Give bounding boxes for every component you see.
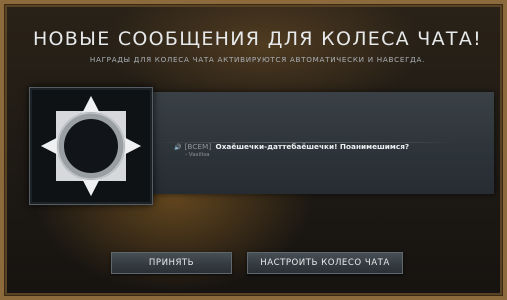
dialog-subtitle: НАГРАДЫ ДЛЯ КОЛЕСА ЧАТА АКТИВИРУЮТСЯ АВТ… xyxy=(89,55,426,64)
chat-message-text: Охаёшечки-даттебаёшечки! Поанимешимся? xyxy=(215,142,410,151)
reward-icon-frame xyxy=(29,87,153,205)
chat-channel-prefix: [ВСЕМ] xyxy=(184,142,212,151)
configure-chat-wheel-button[interactable]: НАСТРОИТЬ КОЛЕСО ЧАТА xyxy=(247,252,403,274)
dialog-title: НОВЫЕ СООБЩЕНИЯ ДЛЯ КОЛЕСА ЧАТА! xyxy=(32,28,483,50)
chat-message-line: 🔊 [ВСЕМ] Охаёшечки-даттебаёшечки! Поаниме… xyxy=(174,142,409,152)
dialog-frame: НОВЫЕ СООБЩЕНИЯ ДЛЯ КОЛЕСА ЧАТА! НАГРАДЫ… xyxy=(0,0,507,300)
chat-wheel-star-ring-icon xyxy=(41,96,141,196)
speaker-icon[interactable]: 🔊 xyxy=(174,144,181,151)
chat-message-author: - Vasilisa xyxy=(185,152,210,158)
accept-button[interactable]: ПРИНЯТЬ xyxy=(111,252,232,274)
